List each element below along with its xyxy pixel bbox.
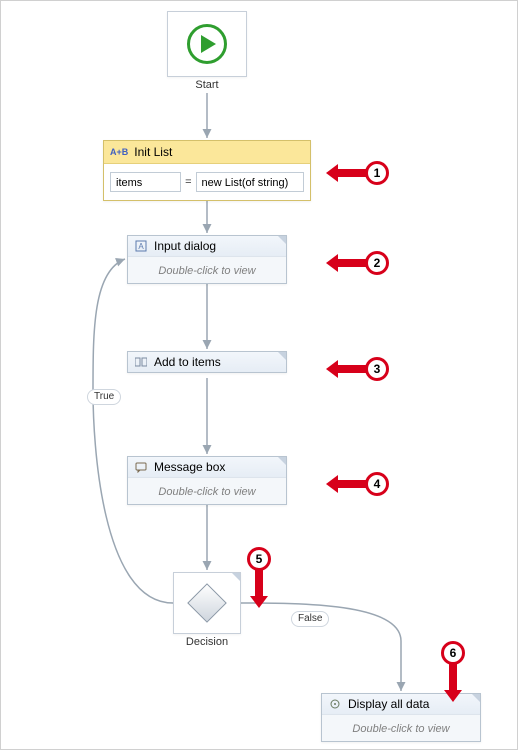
init-list-node[interactable]: A+B Init List items = new List(of string…: [103, 140, 311, 201]
start-node[interactable]: Start: [167, 11, 247, 91]
display-icon: [328, 697, 342, 711]
svg-text:A: A: [138, 242, 144, 251]
add-to-items-node[interactable]: Add to items: [127, 351, 287, 373]
init-list-title: Init List: [134, 145, 172, 159]
variable-name-input[interactable]: items: [110, 172, 181, 192]
dialog-icon: A: [134, 239, 148, 253]
callout-1: 1: [326, 161, 389, 185]
true-branch-label: True: [87, 389, 121, 405]
equals-label: =: [185, 176, 191, 188]
decision-label: Decision: [173, 636, 241, 648]
connector-lines: [1, 1, 518, 751]
expression-input[interactable]: new List(of string): [196, 172, 304, 192]
decision-node[interactable]: Decision: [173, 572, 241, 648]
input-dialog-node[interactable]: A Input dialog Double-click to view: [127, 235, 287, 284]
flowchart-canvas: Start A+B Init List items = new List(of …: [1, 1, 518, 751]
message-box-hint: Double-click to view: [158, 486, 255, 498]
message-icon: [134, 460, 148, 474]
callout-4: 4: [326, 472, 389, 496]
diamond-icon: [187, 583, 227, 623]
assign-icon: A+B: [110, 147, 128, 157]
add-collection-icon: [134, 355, 148, 369]
callout-5: 5: [247, 547, 271, 610]
display-all-hint: Double-click to view: [352, 723, 449, 735]
add-to-items-title: Add to items: [154, 355, 221, 369]
false-branch-label: False: [291, 611, 329, 627]
start-label: Start: [167, 79, 247, 91]
input-dialog-title: Input dialog: [154, 239, 216, 253]
play-icon: [187, 24, 227, 64]
callout-3: 3: [326, 357, 389, 381]
callout-6: 6: [441, 641, 465, 704]
message-box-node[interactable]: Message box Double-click to view: [127, 456, 287, 505]
input-dialog-hint: Double-click to view: [158, 265, 255, 277]
message-box-title: Message box: [154, 460, 225, 474]
display-all-title: Display all data: [348, 697, 429, 711]
callout-2: 2: [326, 251, 389, 275]
